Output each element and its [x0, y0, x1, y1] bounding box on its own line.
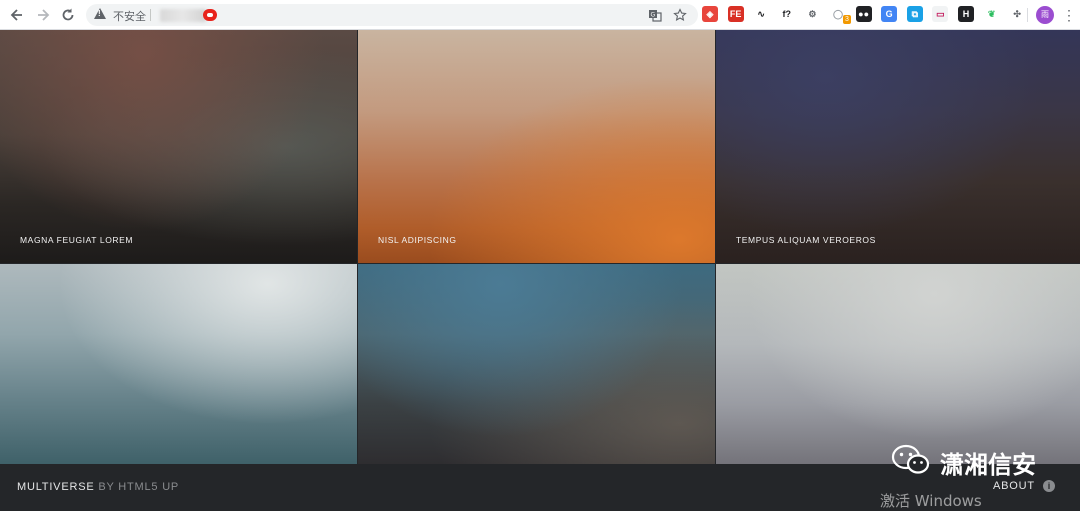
bookmark-star-icon[interactable]	[673, 8, 687, 22]
info-icon[interactable]: i	[1043, 480, 1055, 492]
ext-tampermonkey-icon[interactable]: ●●	[855, 6, 872, 22]
ext-curl-icon[interactable]: ∿	[753, 6, 770, 22]
reload-icon[interactable]	[59, 6, 77, 24]
ext-gear-icon[interactable]: ⚙	[804, 6, 821, 22]
extensions-puzzle-icon[interactable]: ✣	[1009, 6, 1026, 22]
ext-screenshot-icon[interactable]: ⧉	[906, 6, 923, 22]
gallery-tile[interactable]	[716, 264, 1080, 464]
ext-evernote-icon[interactable]: ❦	[983, 6, 1000, 22]
tile-caption: MAGNA FEUGIAT LOREM	[20, 235, 134, 245]
url-text-blurred[interactable]	[160, 9, 206, 22]
ext-window-icon[interactable]: ▭	[932, 6, 949, 22]
warning-icon[interactable]	[94, 8, 106, 19]
tile-caption: TEMPUS ALIQUAM VEROEROS	[736, 235, 876, 245]
wechat-icon	[891, 444, 931, 476]
ext-red-icon[interactable]: ◈	[702, 6, 718, 22]
extension-badge: 3	[843, 15, 851, 24]
watermark-text: 潇湘信安	[940, 451, 1036, 479]
address-separator	[150, 9, 151, 21]
activate-windows-text: 激活 Windows	[880, 492, 982, 510]
ext-f-icon[interactable]: f?	[778, 6, 795, 22]
redaction-mark	[203, 9, 217, 21]
site-brand[interactable]: MULTIVERSE BY HTML5 UP	[17, 481, 179, 493]
tile-caption: NISL ADIPISCING	[378, 235, 457, 245]
gallery-tile[interactable]	[0, 264, 357, 464]
ext-h-icon[interactable]: H	[958, 6, 974, 22]
gallery-tile[interactable]	[358, 264, 715, 464]
forward-icon[interactable]	[34, 6, 52, 24]
brand-name[interactable]: MULTIVERSE	[17, 481, 94, 493]
address-bar[interactable]: 不安全 G	[86, 4, 698, 26]
back-icon[interactable]	[8, 6, 26, 24]
gallery-tile[interactable]: NISL ADIPISCING	[358, 30, 715, 263]
gallery-tile[interactable]: TEMPUS ALIQUAM VEROEROS	[716, 30, 1080, 263]
browser-toolbar: 不安全 G ◈FE∿f?⚙◯●●G⧉▭H❦✣ 3 雨 ⋮	[0, 0, 1080, 30]
gallery-tile[interactable]: MAGNA FEUGIAT LOREM	[0, 30, 357, 263]
ext-fe-icon[interactable]: FE	[727, 6, 744, 22]
more-menu-icon[interactable]: ⋮	[1062, 6, 1076, 24]
about-link[interactable]: ABOUT	[993, 480, 1035, 492]
brand-credit[interactable]: BY HTML5 UP	[98, 481, 179, 493]
toolbar-separator	[1027, 8, 1028, 22]
ext-translate-icon[interactable]: G	[881, 6, 898, 22]
translate-icon[interactable]: G	[648, 8, 662, 22]
svg-text:G: G	[651, 12, 656, 19]
security-label[interactable]: 不安全	[113, 8, 146, 24]
profile-avatar[interactable]: 雨	[1036, 6, 1054, 24]
